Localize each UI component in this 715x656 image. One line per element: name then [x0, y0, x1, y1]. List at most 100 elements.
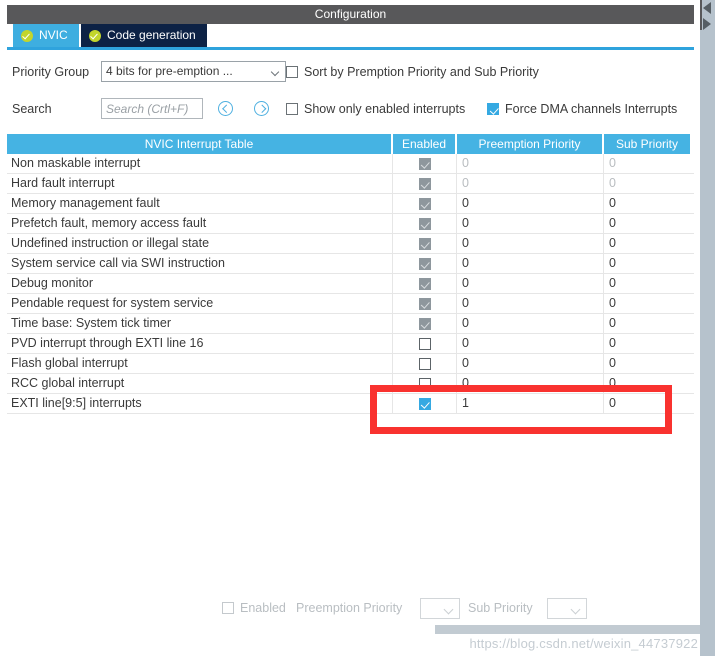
- tab-nvic[interactable]: NVIC: [13, 24, 79, 47]
- preemption-priority-cell[interactable]: 0: [457, 254, 604, 273]
- table-row[interactable]: Undefined instruction or illegal state 0 0: [7, 234, 694, 254]
- table-row[interactable]: System service call via SWI instruction 0…: [7, 254, 694, 274]
- table-row[interactable]: Debug monitor 0 0: [7, 274, 694, 294]
- preemption-priority-cell[interactable]: 0: [457, 294, 604, 313]
- enabled-checkbox[interactable]: [418, 257, 431, 270]
- window-title-bar: Configuration: [7, 5, 694, 24]
- chevron-down-icon: [443, 604, 454, 615]
- enabled-cell[interactable]: [393, 334, 457, 353]
- enabled-cell[interactable]: [393, 274, 457, 293]
- search-row: Search Show only enabled interrupts Forc…: [0, 98, 700, 120]
- table-row[interactable]: RCC global interrupt 0 0: [7, 374, 694, 394]
- detail-preemption-select[interactable]: [420, 598, 460, 619]
- interrupt-name-cell: Non maskable interrupt: [7, 154, 393, 173]
- interrupt-name-cell: Prefetch fault, memory access fault: [7, 214, 393, 233]
- column-header-enabled[interactable]: Enabled: [393, 134, 457, 154]
- table-row[interactable]: EXTI line[9:5] interrupts 1 0: [7, 394, 694, 414]
- preemption-priority-cell[interactable]: 0: [457, 154, 604, 173]
- checkbox-box: [487, 103, 499, 115]
- enabled-checkbox[interactable]: [418, 197, 431, 210]
- enabled-checkbox[interactable]: [418, 237, 431, 250]
- sub-priority-cell[interactable]: 0: [604, 294, 692, 313]
- enabled-checkbox[interactable]: [418, 297, 431, 310]
- expand-right-arrow-icon[interactable]: [703, 18, 711, 30]
- sub-priority-cell[interactable]: 0: [604, 394, 692, 413]
- sub-priority-cell[interactable]: 0: [604, 334, 692, 353]
- chevron-down-icon: [272, 69, 280, 74]
- sub-priority-cell[interactable]: 0: [604, 314, 692, 333]
- table-row[interactable]: Pendable request for system service 0 0: [7, 294, 694, 314]
- detail-enabled-checkbox[interactable]: [222, 602, 234, 614]
- sub-priority-cell[interactable]: 0: [604, 174, 692, 193]
- preemption-priority-cell[interactable]: 0: [457, 214, 604, 233]
- force-dma-checkbox[interactable]: Force DMA channels Interrupts: [487, 98, 677, 120]
- enabled-checkbox[interactable]: [418, 277, 431, 290]
- enabled-cell[interactable]: [393, 154, 457, 173]
- table-row[interactable]: Prefetch fault, memory access fault 0 0: [7, 214, 694, 234]
- table-row[interactable]: Time base: System tick timer 0 0: [7, 314, 694, 334]
- preemption-priority-cell[interactable]: 0: [457, 354, 604, 373]
- enabled-cell[interactable]: [393, 394, 457, 413]
- enabled-checkbox[interactable]: [418, 217, 431, 230]
- enabled-cell[interactable]: [393, 174, 457, 193]
- enabled-checkbox[interactable]: [418, 177, 431, 190]
- sub-priority-cell[interactable]: 0: [604, 274, 692, 293]
- enabled-checkbox[interactable]: [418, 397, 431, 410]
- interrupt-name-cell: Memory management fault: [7, 194, 393, 213]
- table-row[interactable]: Flash global interrupt 0 0: [7, 354, 694, 374]
- search-label: Search: [12, 102, 52, 116]
- sub-priority-cell[interactable]: 0: [604, 234, 692, 253]
- interrupt-name-cell: Flash global interrupt: [7, 354, 393, 373]
- preemption-priority-cell[interactable]: 0: [457, 194, 604, 213]
- next-match-icon[interactable]: [254, 101, 269, 116]
- enabled-cell[interactable]: [393, 194, 457, 213]
- detail-enabled-label: Enabled: [240, 601, 286, 615]
- sub-priority-cell[interactable]: 0: [604, 194, 692, 213]
- column-header-sub[interactable]: Sub Priority: [604, 134, 692, 154]
- watermark-text: https://blog.csdn.net/weixin_44737922: [469, 636, 698, 651]
- preemption-priority-cell[interactable]: 0: [457, 314, 604, 333]
- collapse-left-arrow-icon[interactable]: [703, 2, 711, 14]
- sub-priority-cell[interactable]: 0: [604, 354, 692, 373]
- table-row[interactable]: Hard fault interrupt 0 0: [7, 174, 694, 194]
- enabled-checkbox[interactable]: [418, 357, 431, 370]
- enabled-cell[interactable]: [393, 374, 457, 393]
- enabled-checkbox[interactable]: [418, 377, 431, 390]
- sub-priority-cell[interactable]: 0: [604, 254, 692, 273]
- interrupt-name-cell: Debug monitor: [7, 274, 393, 293]
- preemption-priority-cell[interactable]: 0: [457, 174, 604, 193]
- enabled-cell[interactable]: [393, 214, 457, 233]
- sub-priority-cell[interactable]: 0: [604, 214, 692, 233]
- previous-match-icon[interactable]: [218, 101, 233, 116]
- preemption-priority-cell[interactable]: 0: [457, 334, 604, 353]
- check-circle-icon: [89, 29, 101, 42]
- tab-code-generation[interactable]: Code generation: [81, 24, 207, 47]
- enabled-cell[interactable]: [393, 314, 457, 333]
- enabled-checkbox[interactable]: [418, 157, 431, 170]
- force-dma-label: Force DMA channels Interrupts: [505, 102, 678, 116]
- table-row[interactable]: Non maskable interrupt 0 0: [7, 154, 694, 174]
- column-header-name[interactable]: NVIC Interrupt Table: [7, 134, 393, 154]
- preemption-priority-cell[interactable]: 0: [457, 234, 604, 253]
- enabled-cell[interactable]: [393, 234, 457, 253]
- enabled-checkbox[interactable]: [418, 337, 431, 350]
- column-header-preemption[interactable]: Preemption Priority: [457, 134, 604, 154]
- tab-strip: NVIC Code generation: [7, 24, 694, 48]
- enabled-checkbox[interactable]: [418, 317, 431, 330]
- detail-sub-label: Sub Priority: [468, 601, 533, 615]
- sub-priority-cell[interactable]: 0: [604, 154, 692, 173]
- sub-priority-cell[interactable]: 0: [604, 374, 692, 393]
- sort-by-priority-checkbox[interactable]: Sort by Premption Priority and Sub Prior…: [286, 61, 539, 83]
- table-row[interactable]: Memory management fault 0 0: [7, 194, 694, 214]
- detail-sub-select[interactable]: [547, 598, 587, 619]
- enabled-cell[interactable]: [393, 354, 457, 373]
- priority-group-select[interactable]: 4 bits for pre-emption ...: [101, 61, 286, 82]
- preemption-priority-cell[interactable]: 0: [457, 374, 604, 393]
- enabled-cell[interactable]: [393, 254, 457, 273]
- show-only-enabled-checkbox[interactable]: Show only enabled interrupts: [286, 98, 465, 120]
- table-row[interactable]: PVD interrupt through EXTI line 16 0 0: [7, 334, 694, 354]
- preemption-priority-cell[interactable]: 0: [457, 274, 604, 293]
- preemption-priority-cell[interactable]: 1: [457, 394, 604, 413]
- enabled-cell[interactable]: [393, 294, 457, 313]
- search-input[interactable]: [101, 98, 203, 119]
